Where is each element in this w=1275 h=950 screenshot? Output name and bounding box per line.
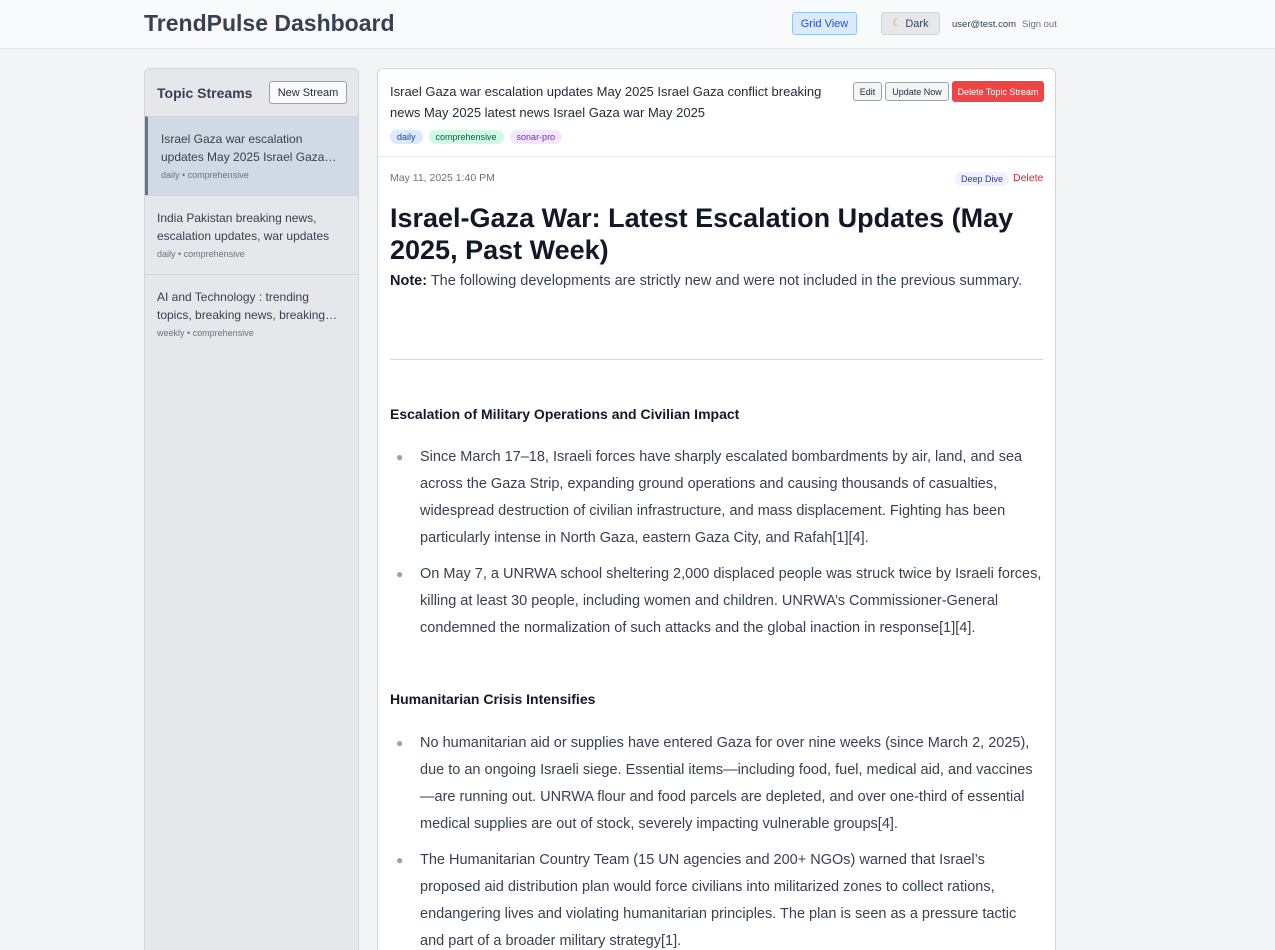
delete-entry-link[interactable]: Delete bbox=[1013, 172, 1043, 184]
stream-meta: weekly • comprehensive bbox=[157, 328, 254, 338]
app-title: TrendPulse Dashboard bbox=[144, 10, 395, 36]
entry-note: Note: The following developments are str… bbox=[390, 269, 1030, 293]
section-bullets: ● No humanitarian aid or supplies have en… bbox=[390, 730, 1043, 950]
sign-out-link[interactable]: Sign out bbox=[1022, 19, 1057, 30]
topic-tags: daily comprehensive sonar-pro bbox=[390, 130, 563, 144]
content-divider bbox=[390, 359, 1043, 360]
delete-topic-stream-button[interactable]: Delete Topic Stream bbox=[952, 81, 1044, 102]
header-divider bbox=[378, 156, 1055, 157]
tag-frequency: daily bbox=[390, 130, 423, 144]
section-heading: Escalation of Military Operations and Ci… bbox=[390, 406, 740, 422]
bullet-dot-icon: ● bbox=[396, 567, 404, 581]
stream-title: India Pakistan breaking news, escalation… bbox=[157, 211, 330, 243]
stream-item-india-pakistan[interactable]: India Pakistan breaking news, escalation… bbox=[145, 195, 358, 274]
topic-title: Israel Gaza war escalation updates May 2… bbox=[390, 84, 822, 120]
dark-mode-label: Dark bbox=[905, 17, 929, 30]
dark-mode-toggle[interactable]: ☾ Dark bbox=[881, 12, 940, 35]
top-header: TrendPulse Dashboard Grid View ☾ Dark us… bbox=[0, 0, 1275, 49]
deep-dive-button[interactable]: Deep Dive bbox=[955, 172, 1010, 186]
update-now-button[interactable]: Update Now bbox=[885, 82, 949, 101]
entry-headline: Israel-Gaza War: Latest Escalation Updat… bbox=[390, 203, 1014, 265]
moon-icon: ☾ bbox=[892, 18, 902, 29]
bullet-dot-icon: ● bbox=[396, 853, 404, 867]
topic-detail-panel: Israel Gaza war escalation updates May 2… bbox=[377, 68, 1056, 950]
bullet-item: ● The Humanitarian Country Team (15 UN ag… bbox=[390, 847, 1043, 950]
bullet-item: ● Since March 17–18, Israeli forces have … bbox=[390, 444, 1043, 552]
stream-meta: daily • comprehensive bbox=[161, 170, 249, 180]
tag-model: sonar-pro bbox=[509, 130, 563, 144]
bullet-text: Since March 17–18, Israeli forces have s… bbox=[420, 449, 1023, 546]
topic-streams-sidebar: Topic Streams New Stream Israel Gaza war… bbox=[144, 68, 359, 950]
note-text: The following developments are strictly … bbox=[427, 273, 1023, 289]
grid-view-button[interactable]: Grid View bbox=[792, 12, 857, 35]
new-stream-button[interactable]: New Stream bbox=[269, 81, 347, 104]
bullet-item: ● No humanitarian aid or supplies have en… bbox=[390, 730, 1043, 838]
stream-meta: daily • comprehensive bbox=[157, 249, 245, 259]
edit-button[interactable]: Edit bbox=[853, 82, 882, 101]
tag-depth: comprehensive bbox=[428, 130, 504, 144]
stream-item-ai-technology[interactable]: AI and Technology : trending topics, bre… bbox=[145, 274, 358, 353]
bullet-item: ● On May 7, a UNRWA school sheltering 2,0… bbox=[390, 561, 1043, 642]
bullet-text: On May 7, a UNRWA school sheltering 2,00… bbox=[420, 566, 1042, 636]
section-heading: Humanitarian Crisis Intensifies bbox=[390, 691, 596, 707]
bullet-text: The Humanitarian Country Team (15 UN age… bbox=[420, 852, 1017, 949]
bullet-dot-icon: ● bbox=[396, 736, 404, 750]
bullet-dot-icon: ● bbox=[396, 450, 404, 464]
stream-item-israel-gaza[interactable]: Israel Gaza war escalation updates May 2… bbox=[145, 116, 358, 195]
section-bullets: ● Since March 17–18, Israeli forces have … bbox=[390, 444, 1043, 651]
note-label: Note: bbox=[390, 273, 428, 289]
stream-title: Israel Gaza war escalation updates May 2… bbox=[161, 132, 325, 164]
bullet-text: No humanitarian aid or supplies have ent… bbox=[420, 735, 1033, 832]
stream-title: AI and Technology : trending topics, bre… bbox=[157, 290, 326, 322]
sidebar-title: Topic Streams bbox=[157, 85, 253, 101]
entry-date: May 11, 2025 1:40 PM bbox=[390, 172, 495, 184]
user-email: user@test.com bbox=[952, 19, 1017, 30]
